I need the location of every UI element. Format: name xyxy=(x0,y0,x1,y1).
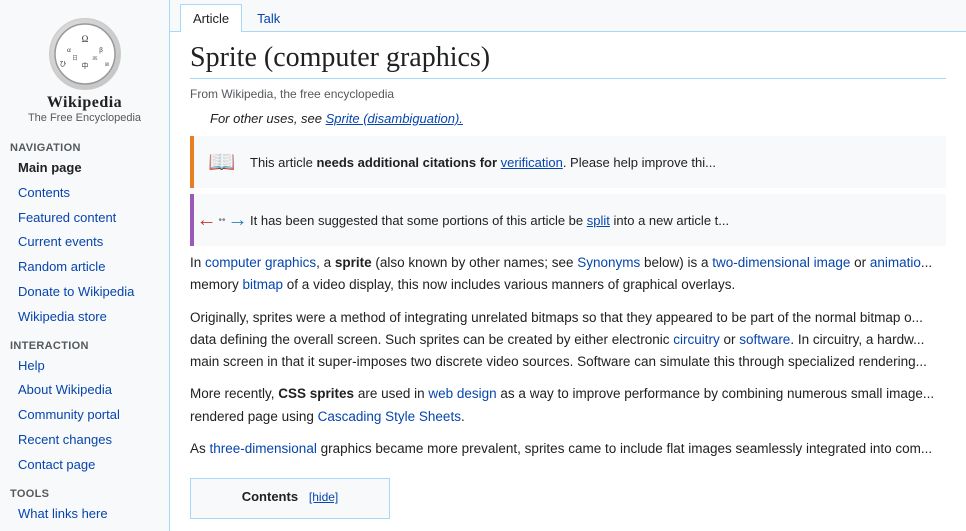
article-title: Sprite (computer graphics) xyxy=(190,42,946,79)
svg-text:α: α xyxy=(67,46,71,54)
sidebar-item-help[interactable]: Help xyxy=(0,354,169,379)
sidebar-item-random-article[interactable]: Random article xyxy=(0,255,169,280)
arrow-right-icon: → xyxy=(228,209,248,232)
sidebar-item-related-changes[interactable]: Related changes xyxy=(0,526,169,531)
sidebar-item-contents[interactable]: Contents xyxy=(0,181,169,206)
paragraph-4: As three-dimensional graphics became mor… xyxy=(190,438,946,460)
article-from: From Wikipedia, the free encyclopedia xyxy=(190,87,946,101)
disambiguation-link[interactable]: Sprite (disambiguation). xyxy=(326,111,463,126)
tools-section: Tools What links here Related changes Up… xyxy=(0,484,169,531)
wikipedia-logo: Ω α β ひ 中 и 日 Ж xyxy=(49,18,121,90)
split-arrows-icon: ← •• → xyxy=(204,202,240,238)
paragraph-2: Originally, sprites were a method of int… xyxy=(190,307,946,374)
sidebar-item-donate[interactable]: Donate to Wikipedia xyxy=(0,280,169,305)
software-link[interactable]: software xyxy=(739,332,790,347)
sidebar-item-featured-content[interactable]: Featured content xyxy=(0,206,169,231)
verification-notice: 📖 This article needs additional citation… xyxy=(190,136,946,188)
main-content: Article Talk Sprite (computer graphics) … xyxy=(170,0,966,531)
svg-text:Ω: Ω xyxy=(81,34,88,44)
sidebar-item-about[interactable]: About Wikipedia xyxy=(0,378,169,403)
css-sprites-term: CSS sprites xyxy=(278,386,354,401)
sidebar-item-recent-changes[interactable]: Recent changes xyxy=(0,428,169,453)
sidebar: Ω α β ひ 中 и 日 Ж Wikipedia The Free Encyc… xyxy=(0,0,170,531)
dots-icon: •• xyxy=(219,215,226,226)
svg-text:Ж: Ж xyxy=(92,56,98,62)
bitmap-link[interactable]: bitmap xyxy=(243,277,284,292)
svg-text:и: и xyxy=(105,60,109,68)
nav-section: Navigation Main page Contents Featured c… xyxy=(0,138,169,330)
contents-header: Contents [hide] xyxy=(205,489,375,504)
computer-graphics-link[interactable]: computer graphics xyxy=(205,255,316,270)
verification-link[interactable]: verification xyxy=(501,155,563,170)
paragraph-3: More recently, CSS sprites are used in w… xyxy=(190,383,946,428)
italic-disambiguation-note: For other uses, see Sprite (disambiguati… xyxy=(190,111,946,126)
cascading-style-sheets-link[interactable]: Cascading Style Sheets xyxy=(318,409,461,424)
interaction-section: Interaction Help About Wikipedia Communi… xyxy=(0,336,169,478)
book-question-icon: 📖 xyxy=(204,144,240,180)
article-body: Sprite (computer graphics) From Wikipedi… xyxy=(170,32,966,531)
svg-text:日: 日 xyxy=(71,55,77,62)
sidebar-item-community-portal[interactable]: Community portal xyxy=(0,403,169,428)
contents-hide-link[interactable]: [hide] xyxy=(309,490,338,504)
circuitry-link[interactable]: circuitry xyxy=(673,332,720,347)
split-notice-text: It has been suggested that some portions… xyxy=(250,213,729,228)
svg-text:ひ: ひ xyxy=(59,60,66,68)
three-dimensional-link[interactable]: three-dimensional xyxy=(210,441,317,456)
sidebar-item-contact[interactable]: Contact page xyxy=(0,453,169,478)
logo-area: Ω α β ひ 中 и 日 Ж Wikipedia The Free Encyc… xyxy=(0,8,169,132)
logo-title: Wikipedia xyxy=(47,94,122,112)
logo-subtitle: The Free Encyclopedia xyxy=(28,112,141,124)
paragraph-1: In computer graphics, a sprite (also kno… xyxy=(190,252,946,297)
animation-link[interactable]: animatio xyxy=(870,255,921,270)
contents-label: Contents xyxy=(242,489,298,504)
sprite-term: sprite xyxy=(335,255,372,270)
sidebar-item-main-page[interactable]: Main page xyxy=(0,156,169,181)
arrow-left-icon: ← xyxy=(197,209,217,232)
svg-text:β: β xyxy=(99,46,103,54)
needs-citations-text: needs additional citations for xyxy=(316,155,500,170)
tab-article[interactable]: Article xyxy=(180,4,242,32)
sidebar-item-what-links-here[interactable]: What links here xyxy=(0,502,169,527)
web-design-link[interactable]: web design xyxy=(428,386,496,401)
two-dimensional-image-link[interactable]: two-dimensional image xyxy=(712,255,850,270)
verification-notice-text: This article needs additional citations … xyxy=(250,155,716,170)
tabs-bar: Article Talk xyxy=(170,0,966,32)
svg-text:中: 中 xyxy=(81,61,88,70)
nav-title: Navigation xyxy=(0,138,169,156)
split-notice: ← •• → It has been suggested that some p… xyxy=(190,194,946,246)
sidebar-item-store[interactable]: Wikipedia store xyxy=(0,305,169,330)
italic-note-prefix: For other uses, see xyxy=(210,111,326,126)
tools-title: Tools xyxy=(0,484,169,502)
interaction-title: Interaction xyxy=(0,336,169,354)
tab-talk[interactable]: Talk xyxy=(244,4,293,32)
split-link[interactable]: split xyxy=(587,213,610,228)
sidebar-item-current-events[interactable]: Current events xyxy=(0,230,169,255)
synonyms-link[interactable]: Synonyms xyxy=(577,255,640,270)
contents-box: Contents [hide] xyxy=(190,478,390,519)
